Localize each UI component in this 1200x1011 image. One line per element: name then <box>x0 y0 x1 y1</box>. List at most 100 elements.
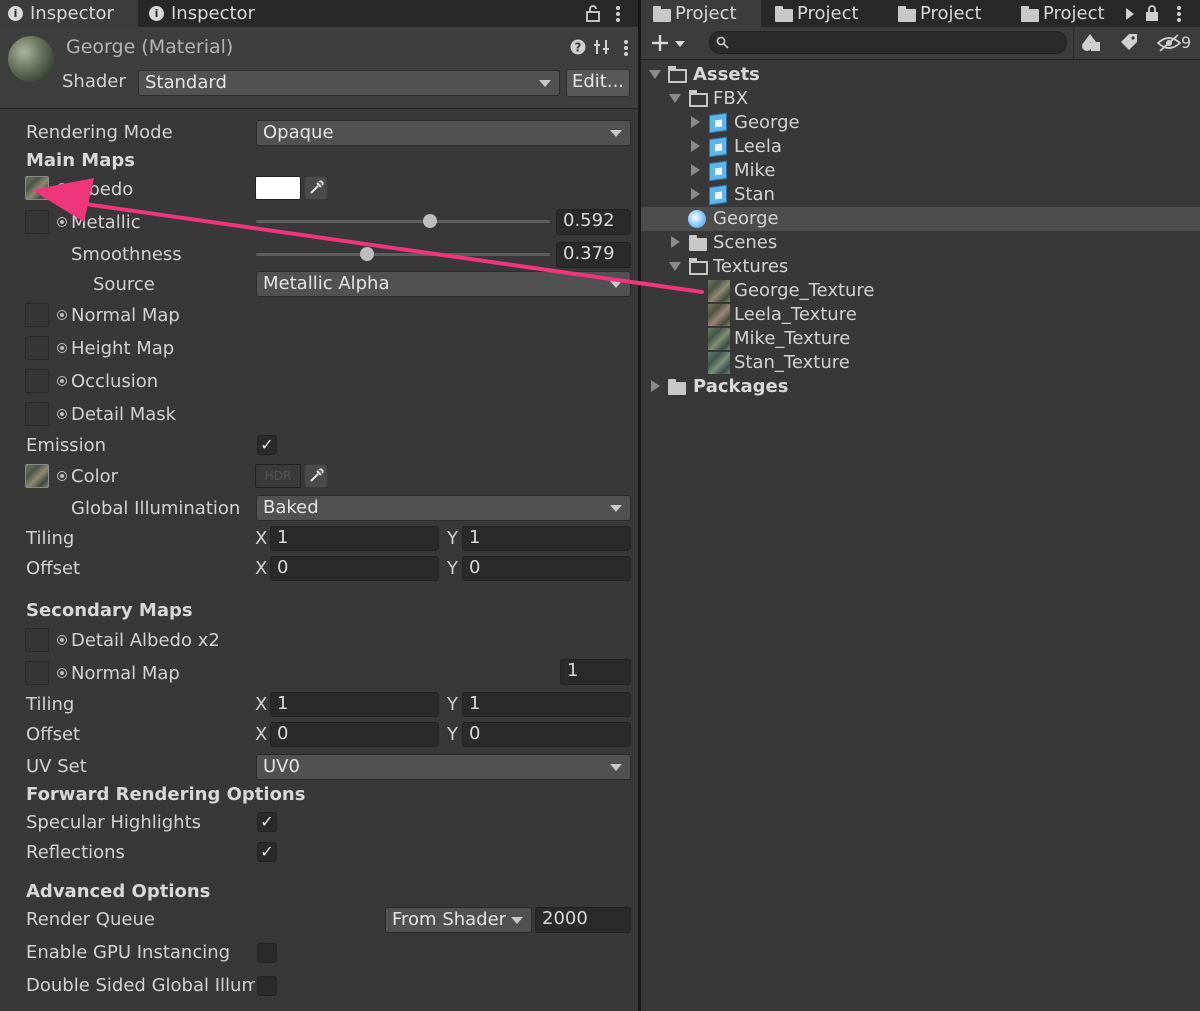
render-queue-dropdown[interactable]: From Shader <box>385 907 532 933</box>
expand-arrow-icon[interactable] <box>669 94 681 103</box>
tab-scroll-right-icon[interactable] <box>1125 7 1135 21</box>
expand-arrow-icon[interactable] <box>691 164 700 176</box>
secondary-offset-x-field[interactable]: 0 <box>270 722 439 747</box>
expand-arrow-icon[interactable] <box>671 236 680 248</box>
render-queue-value-field[interactable]: 2000 <box>535 907 631 933</box>
eyedropper-icon[interactable] <box>304 176 328 200</box>
smoothness-value-field[interactable]: 0.379 <box>556 242 631 268</box>
secondary-tiling-y-field[interactable]: 1 <box>462 692 631 717</box>
tree-item-leela-texture[interactable]: Leela_Texture <box>734 304 857 326</box>
main-offset-y-field[interactable]: 0 <box>462 556 631 581</box>
global-illumination-dropdown[interactable]: Baked <box>256 495 631 521</box>
chevron-down-icon <box>610 130 622 137</box>
object-picker-icon[interactable] <box>57 310 67 320</box>
expand-arrow-icon[interactable] <box>649 70 661 79</box>
object-picker-icon[interactable] <box>57 668 67 678</box>
main-offset-x-field[interactable]: 0 <box>270 556 439 581</box>
smoothness-slider-handle[interactable] <box>360 247 375 261</box>
tab-project-4[interactable]: Project <box>1009 0 1119 27</box>
tab-project-2[interactable]: Project <box>763 0 883 27</box>
tree-item-fbx[interactable]: FBX <box>713 88 748 110</box>
metallic-value-field[interactable]: 0.592 <box>556 209 631 235</box>
expand-arrow-icon[interactable] <box>691 188 700 200</box>
main-tiling-y-field[interactable]: 1 <box>462 526 631 551</box>
shader-dropdown[interactable]: Standard <box>138 70 560 96</box>
object-picker-icon[interactable] <box>57 471 67 481</box>
emission-hdr-color-field[interactable]: HDR <box>255 464 301 488</box>
edit-shader-button[interactable]: Edit... <box>566 69 630 97</box>
tree-item-mike-texture[interactable]: Mike_Texture <box>734 328 850 350</box>
tab-project-1[interactable]: Project <box>641 0 761 27</box>
material-header: George (Material) ? Shader Standard Edit… <box>0 27 638 109</box>
create-plus-icon[interactable] <box>651 34 687 52</box>
tree-item-george-model[interactable]: George <box>734 112 800 134</box>
folder-icon <box>653 6 671 22</box>
more-menu-icon[interactable] <box>622 39 630 57</box>
presets-icon[interactable] <box>594 38 610 56</box>
tree-item-george-texture[interactable]: George_Texture <box>734 280 875 302</box>
secondary-normal-map-slot[interactable] <box>25 661 49 685</box>
smoothness-slider-track[interactable] <box>256 253 550 256</box>
object-picker-icon[interactable] <box>57 635 67 645</box>
hidden-packages-icon[interactable] <box>1157 34 1181 52</box>
specular-highlights-checkbox[interactable]: ✓ <box>257 812 277 832</box>
tree-item-assets[interactable]: Assets <box>693 64 760 86</box>
tree-item-george-material[interactable]: George <box>713 208 779 230</box>
more-menu-icon[interactable] <box>614 5 622 23</box>
occlusion-slot[interactable] <box>25 369 49 393</box>
eyedropper-icon[interactable] <box>304 464 328 488</box>
tree-item-textures[interactable]: Textures <box>713 256 788 278</box>
tab-project-3[interactable]: Project <box>886 0 1006 27</box>
height-map-slot[interactable] <box>25 336 49 360</box>
object-picker-icon[interactable] <box>57 343 67 353</box>
object-picker-icon[interactable] <box>57 217 67 227</box>
expand-arrow-icon[interactable] <box>691 140 700 152</box>
main-tiling-x-field[interactable]: 1 <box>270 526 439 551</box>
double-sided-gi-checkbox[interactable] <box>257 976 277 996</box>
object-picker-icon[interactable] <box>57 376 67 386</box>
lock-icon[interactable] <box>585 4 601 22</box>
metallic-slider-track[interactable] <box>256 220 550 223</box>
help-icon[interactable]: ? <box>570 39 586 55</box>
search-by-type-icon[interactable] <box>1081 33 1101 53</box>
texture-thumbnail <box>708 352 730 374</box>
tree-item-scenes[interactable]: Scenes <box>713 232 777 254</box>
secondary-tiling-x-field[interactable]: 1 <box>270 692 439 717</box>
more-menu-icon[interactable] <box>1175 5 1183 23</box>
lock-icon[interactable] <box>1144 4 1160 22</box>
albedo-color-field[interactable] <box>255 176 301 200</box>
tree-item-mike-model[interactable]: Mike <box>734 160 775 182</box>
tree-item-stan-model[interactable]: Stan <box>734 184 775 206</box>
gpu-instancing-checkbox[interactable] <box>257 943 277 963</box>
rendering-mode-dropdown[interactable]: Opaque <box>256 120 631 146</box>
tab-inspector-2[interactable]: i Inspector <box>141 0 275 27</box>
source-dropdown[interactable]: Metallic Alpha <box>256 271 631 297</box>
tree-item-stan-texture[interactable]: Stan_Texture <box>734 352 850 374</box>
expand-arrow-icon[interactable] <box>669 262 681 271</box>
object-picker-icon[interactable] <box>57 183 67 193</box>
expand-arrow-icon[interactable] <box>691 116 700 128</box>
expand-arrow-icon[interactable] <box>651 380 660 392</box>
search-input[interactable] <box>709 31 1067 54</box>
chevron-down-icon <box>511 917 523 924</box>
tree-item-leela-model[interactable]: Leela <box>734 136 782 158</box>
metallic-texture-slot[interactable] <box>25 210 49 234</box>
secondary-offset-y-field[interactable]: 0 <box>462 722 631 747</box>
height-map-label: Height Map <box>71 338 175 359</box>
emission-checkbox[interactable]: ✓ <box>257 435 277 455</box>
tree-item-packages[interactable]: Packages <box>693 376 788 398</box>
secondary-normal-scale-field[interactable]: 1 <box>560 659 631 685</box>
axis-x-label: X <box>255 694 268 715</box>
tab-inspector-1[interactable]: i Inspector <box>0 0 138 27</box>
object-picker-icon[interactable] <box>57 409 67 419</box>
metallic-slider-handle[interactable] <box>423 214 438 228</box>
albedo-label: Albedo <box>71 179 134 200</box>
albedo-texture-slot[interactable] <box>25 176 49 200</box>
normal-map-slot[interactable] <box>25 303 49 327</box>
reflections-checkbox[interactable]: ✓ <box>257 842 277 862</box>
uv-set-dropdown[interactable]: UV0 <box>256 754 631 780</box>
detail-mask-slot[interactable] <box>25 402 49 426</box>
emission-color-slot[interactable] <box>25 464 49 488</box>
search-by-label-icon[interactable] <box>1119 33 1139 53</box>
detail-albedo-slot[interactable] <box>25 628 49 652</box>
